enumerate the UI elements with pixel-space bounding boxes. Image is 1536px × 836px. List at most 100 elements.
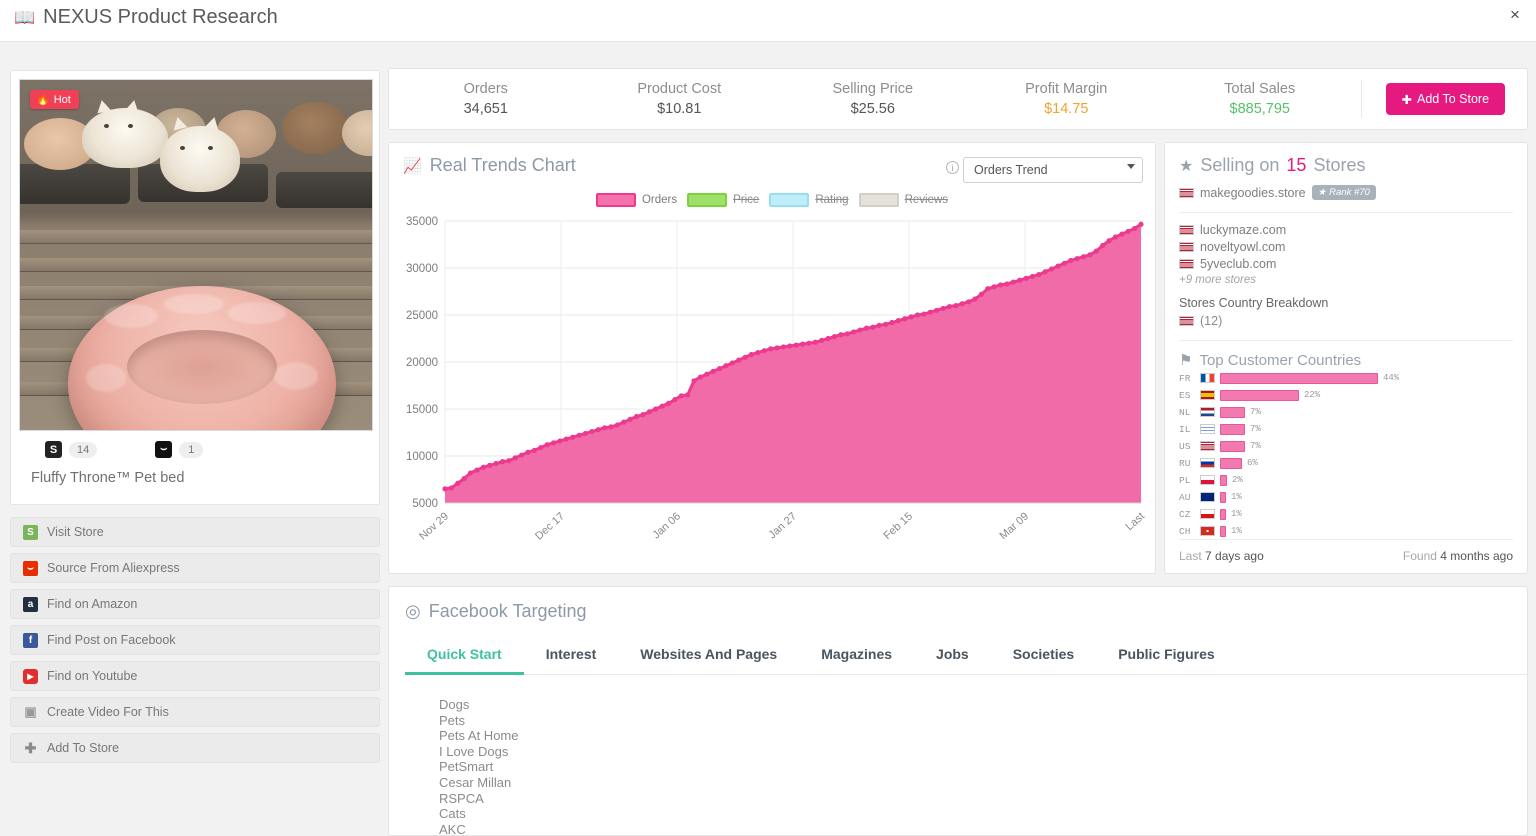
stat-value: 34,651 <box>463 101 508 117</box>
interest-item[interactable]: Cats <box>439 806 1527 822</box>
legend-item-rating[interactable]: Rating <box>769 193 849 207</box>
interest-item[interactable]: Pets At Home <box>439 728 1527 744</box>
interest-item[interactable]: RSPCA <box>439 791 1527 807</box>
flame-icon: 🔥 <box>36 94 50 106</box>
country-breakdown-row: (12) <box>1179 314 1513 328</box>
divider <box>1360 80 1362 118</box>
country-code: CH <box>1179 525 1191 537</box>
main-store-name: makegoodies.store <box>1200 185 1306 200</box>
flag-icon-nl <box>1200 407 1215 417</box>
product-badges: S 14 ⌣ 1 <box>19 431 371 458</box>
svg-text:Nov 29: Nov 29 <box>417 510 451 542</box>
stat-orders: Orders 34,651 <box>389 81 583 117</box>
country-bar <box>1220 423 1245 435</box>
star-icon: ★ <box>1179 157 1194 175</box>
find-on-youtube-button[interactable]: ▶ Find on Youtube <box>10 661 380 691</box>
tab-websites-and-pages[interactable]: Websites And Pages <box>618 638 799 675</box>
add-to-store-label: Add To Store <box>1416 92 1490 106</box>
svg-text:Last: Last <box>1124 510 1147 533</box>
tab-jobs[interactable]: Jobs <box>914 638 991 675</box>
country-bar <box>1220 406 1245 418</box>
flag-icon-es <box>1200 390 1215 400</box>
svg-text:25000: 25000 <box>406 310 438 322</box>
tab-public-figures[interactable]: Public Figures <box>1096 638 1236 675</box>
action-label: Visit Store <box>47 525 104 539</box>
store-list-item[interactable]: noveltyowl.com <box>1179 240 1513 254</box>
interest-item[interactable]: Dogs <box>439 697 1527 713</box>
facebook-icon: f <box>23 632 38 648</box>
main-store-row[interactable]: makegoodies.store ★ Rank #70 <box>1179 185 1513 200</box>
legend-label: Reviews <box>904 194 949 206</box>
info-icon[interactable]: i <box>946 161 959 174</box>
tab-interest[interactable]: Interest <box>524 638 619 675</box>
legend-item-orders[interactable]: Orders <box>595 193 677 207</box>
product-image[interactable]: 🔥 Hot <box>19 79 373 431</box>
last-updated: Last 7 days ago <box>1179 549 1264 563</box>
interest-item[interactable]: Cesar Millan <box>439 775 1527 791</box>
interest-item[interactable]: AKC <box>439 822 1527 835</box>
chart-header: 📈 Real Trends Chart i Orders Trend <box>389 143 1155 191</box>
legend-item-reviews[interactable]: Reviews <box>858 193 949 207</box>
find-on-amazon-button[interactable]: a Find on Amazon <box>10 589 380 619</box>
hot-badge: 🔥 Hot <box>30 90 79 109</box>
store-list-item[interactable]: luckymaze.com <box>1179 223 1513 237</box>
page-title-text: NEXUS Product Research <box>43 6 278 28</box>
stat-value: $10.81 <box>657 101 702 117</box>
country-row: NL 7% <box>1179 404 1513 420</box>
flag-icon-us <box>1179 225 1194 235</box>
store-name: 5yveclub.com <box>1200 257 1277 271</box>
top-bar: 📖 NEXUS Product Research × <box>0 0 1536 42</box>
stat-total-sales: Total Sales $885,795 <box>1163 81 1357 117</box>
country-bar-list: FR 44% ES 22% NL 7% IL 7% US 7% RU 6% PL 2% AU 1% CZ 1% CH… <box>1179 370 1513 539</box>
aliexpress-count: 1 <box>179 441 204 458</box>
country-percent: 6% <box>1247 458 1258 468</box>
aliexpress-count-group: ⌣ 1 <box>155 441 204 458</box>
chart-plot-area[interactable]: 5000 10000 15000 20000 25000 30000 35000 Nov 29… <box>399 215 1147 555</box>
add-to-store-button[interactable]: ✚ Add To Store <box>1385 83 1506 115</box>
find-post-on-facebook-button[interactable]: f Find Post on Facebook <box>10 625 380 655</box>
facebook-targeting-title: ◎ Facebook Targeting <box>405 601 1527 622</box>
interest-item[interactable]: PetSmart <box>439 759 1527 775</box>
flag-icon-ru <box>1200 458 1215 468</box>
tab-societies[interactable]: Societies <box>991 638 1096 675</box>
plus-icon: ✚ <box>24 739 37 756</box>
tab-magazines[interactable]: Magazines <box>799 638 914 675</box>
add-to-store-button[interactable]: ✚ Add To Store <box>10 733 380 763</box>
country-bar <box>1220 525 1226 537</box>
stat-profit-margin: Profit Margin $14.75 <box>970 81 1164 117</box>
shopify-icon: S <box>23 524 38 540</box>
stat-label: Total Sales <box>1224 81 1296 97</box>
svg-text:30000: 30000 <box>406 263 438 275</box>
svg-text:Mar 09: Mar 09 <box>998 510 1031 542</box>
action-label: Find on Amazon <box>47 597 138 611</box>
close-icon[interactable]: × <box>1504 4 1526 26</box>
legend-item-price[interactable]: Price <box>687 193 759 207</box>
country-percent: 1% <box>1231 526 1242 536</box>
chart-title-text: Real Trends Chart <box>429 155 576 175</box>
country-bar <box>1220 372 1378 384</box>
tab-quick-start[interactable]: Quick Start <box>405 638 524 675</box>
shopify-count: 14 <box>69 441 98 458</box>
source-from-aliexpress-button[interactable]: ⌣ Source From Aliexpress <box>10 553 380 583</box>
store-name: luckymaze.com <box>1200 223 1287 237</box>
legend-label: Rating <box>815 194 849 206</box>
stores-title-suffix: Stores <box>1313 155 1366 175</box>
more-stores-link[interactable]: +9 more stores <box>1179 274 1513 286</box>
chart-icon: 📈 <box>403 157 422 175</box>
action-label: Source From Aliexpress <box>47 561 180 575</box>
interest-item[interactable]: Pets <box>439 713 1527 729</box>
visit-store-button[interactable]: S Visit Store <box>10 517 380 547</box>
country-row: CH 1% <box>1179 523 1513 539</box>
create-video-button[interactable]: ▣ Create Video For This <box>10 697 380 727</box>
store-name: noveltyowl.com <box>1200 240 1286 254</box>
legend-label: Price <box>733 194 760 206</box>
country-code: NL <box>1179 406 1191 418</box>
svg-text:Jan 27: Jan 27 <box>766 510 799 541</box>
country-breakdown-label: Stores Country Breakdown <box>1179 296 1329 310</box>
svg-text:Jan 06: Jan 06 <box>650 510 683 541</box>
selling-stores-panel: ★ Selling on 15 Stores makegoodies.store… <box>1164 142 1528 574</box>
trend-select[interactable]: Orders Trend <box>963 157 1143 183</box>
store-list-item[interactable]: 5yveclub.com <box>1179 257 1513 271</box>
interest-item[interactable]: I Love Dogs <box>439 744 1527 760</box>
flag-icon-pl <box>1200 475 1215 485</box>
